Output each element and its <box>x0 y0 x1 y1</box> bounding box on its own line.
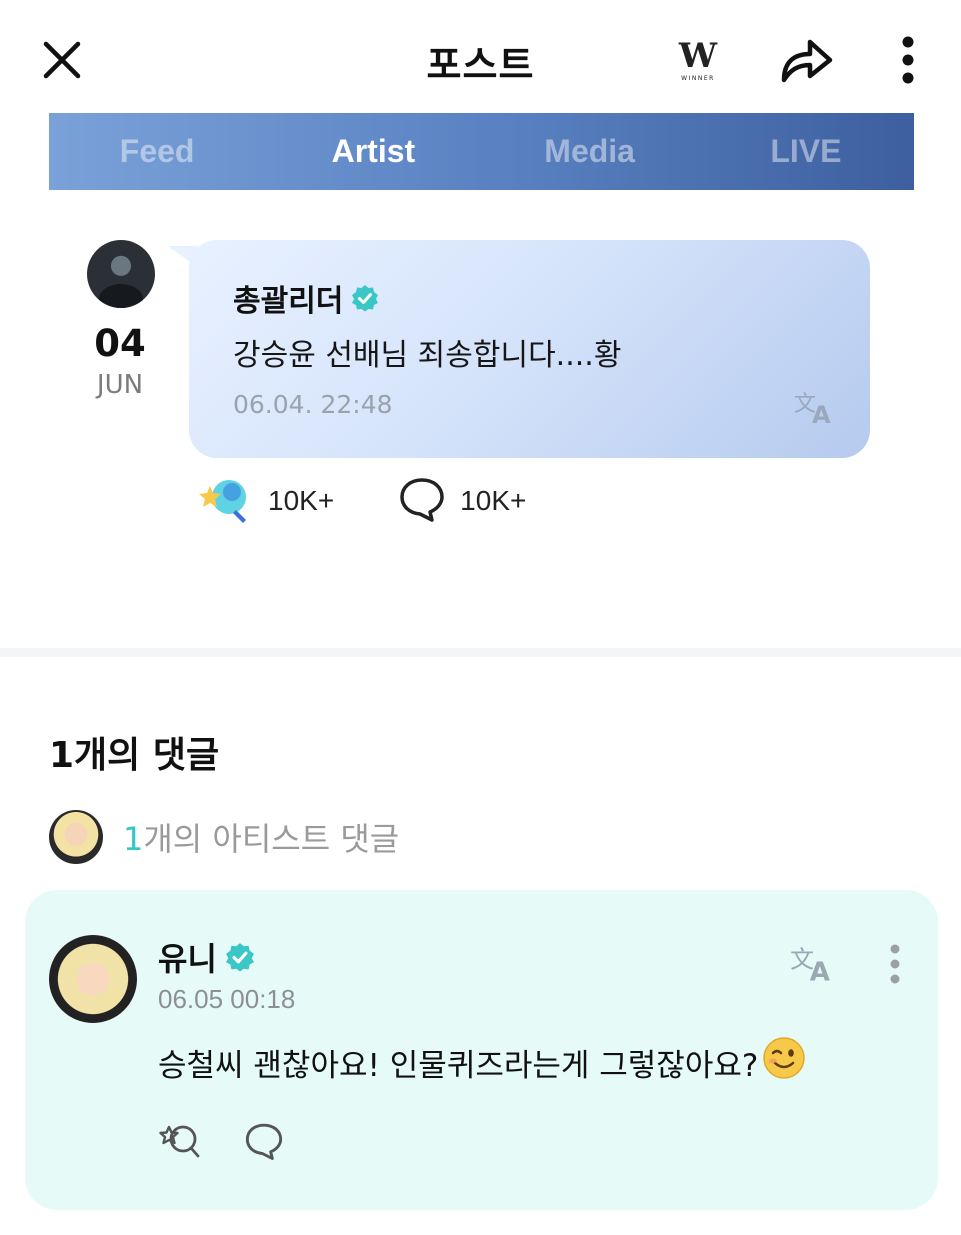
tab-bar: Feed Artist Media LIVE <box>49 113 914 190</box>
more-vertical-icon[interactable] <box>890 34 926 86</box>
post-author-name: 총괄리더 <box>233 284 344 319</box>
share-icon[interactable] <box>774 30 838 88</box>
comment-icon[interactable] <box>244 1121 284 1161</box>
reaction-icon[interactable] <box>158 1119 202 1163</box>
comment-actions <box>158 1118 326 1164</box>
artist-comment-summary-text: 1개의 아티스트 댓글 <box>123 814 399 860</box>
verified-badge-icon <box>351 284 379 312</box>
comment-author[interactable]: 유니 <box>158 934 255 980</box>
svg-text:A: A <box>812 401 831 427</box>
translate-icon[interactable]: 文 A <box>790 386 840 428</box>
post-author[interactable]: 총괄리더 <box>233 276 379 320</box>
post-timestamp: 06.04. 22:48 <box>233 390 393 419</box>
reaction-icon <box>196 472 254 530</box>
post-date-day: 04 <box>94 322 146 365</box>
comment-text: 승철씨 괜찮아요! 인물퀴즈라는게 그렇잖아요? <box>158 1047 759 1084</box>
tab-live[interactable]: LIVE <box>698 133 914 170</box>
wink-emoji <box>762 1036 806 1088</box>
top-bar: 포스트 W WINNER <box>0 0 961 112</box>
logo-text: WINNER <box>681 74 715 82</box>
comment-button[interactable]: 10K+ <box>398 475 526 527</box>
reaction-button[interactable]: 10K+ <box>196 472 334 530</box>
comment-author-avatar[interactable] <box>49 935 137 1023</box>
post-reactions: 10K+ 10K+ <box>196 474 526 528</box>
verified-badge-icon <box>225 942 255 972</box>
tab-media[interactable]: Media <box>482 133 698 170</box>
artist-comment-summary[interactable]: 1개의 아티스트 댓글 <box>49 810 399 864</box>
post-date-month: JUN <box>96 370 144 400</box>
reaction-count: 10K+ <box>268 485 335 516</box>
section-divider <box>0 648 961 657</box>
artist-comment-count: 1 <box>123 820 144 858</box>
comment-icon <box>398 475 446 527</box>
comment-timestamp: 06.05 00:18 <box>158 984 296 1014</box>
tab-feed[interactable]: Feed <box>49 133 265 170</box>
comment-author-name: 유니 <box>158 940 217 978</box>
post-author-avatar[interactable] <box>87 240 155 308</box>
tab-artist[interactable]: Artist <box>265 133 481 170</box>
artist-comment-label: 개의 아티스트 댓글 <box>143 820 400 858</box>
comment-count: 10K+ <box>460 485 527 516</box>
post-text: 강승윤 선배님 죄송합니다....황 <box>233 338 622 373</box>
more-vertical-icon[interactable] <box>878 940 912 988</box>
translate-icon[interactable]: 文 A <box>786 940 840 986</box>
winner-logo[interactable]: W WINNER <box>672 36 724 84</box>
comment-text-row: 승철씨 괜찮아요! 인물퀴즈라는게 그렇잖아요? <box>158 1036 806 1088</box>
comments-title: 1개의 댓글 <box>49 735 220 776</box>
svg-text:A: A <box>810 957 831 985</box>
logo-letter: W <box>678 35 718 76</box>
avatar <box>49 810 103 864</box>
